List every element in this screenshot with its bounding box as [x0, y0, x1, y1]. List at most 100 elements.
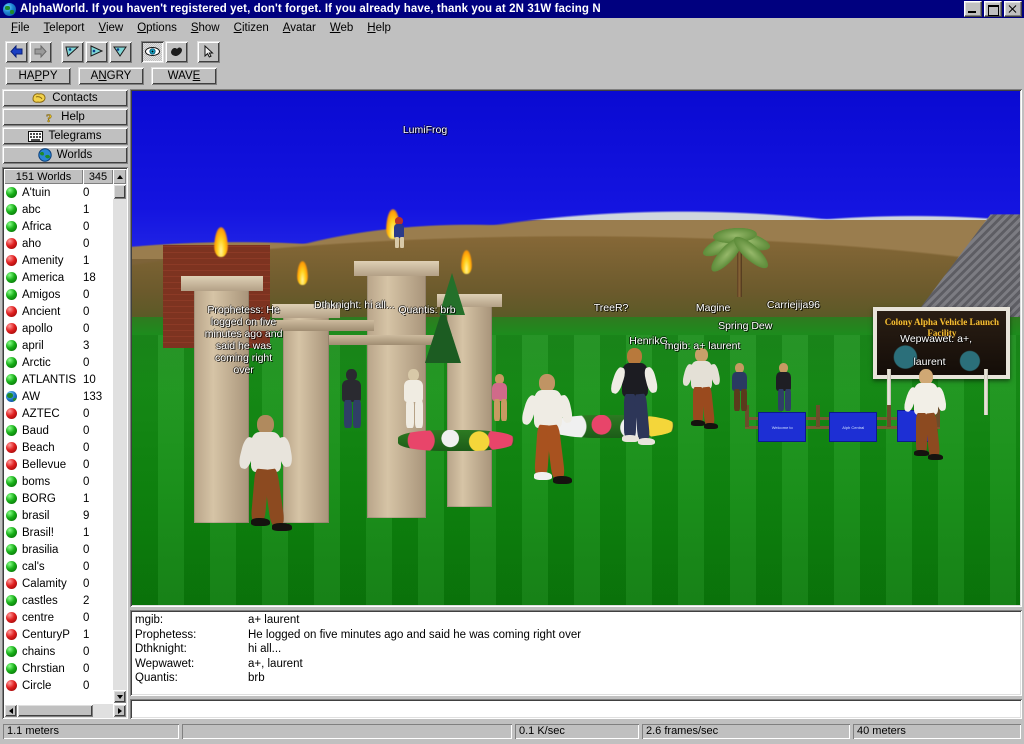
maximize-button[interactable]: [984, 1, 1002, 17]
world-list-item[interactable]: april 3: [4, 337, 113, 354]
world-list-item[interactable]: Arctic 0: [4, 354, 113, 371]
horizontal-scrollbar[interactable]: [4, 704, 126, 717]
menu-item-view[interactable]: View: [91, 20, 130, 36]
minimize-button[interactable]: [964, 1, 982, 17]
world-list-item[interactable]: Africa 0: [4, 218, 113, 235]
menu-item-teleport[interactable]: Teleport: [37, 20, 92, 36]
avatar[interactable]: [487, 373, 513, 430]
world-list-item[interactable]: abc 1: [4, 201, 113, 218]
avatar[interactable]: [681, 348, 725, 446]
world-list-item[interactable]: Bellevue 0: [4, 456, 113, 473]
avatar[interactable]: [727, 363, 753, 421]
world-list-item[interactable]: Beach 0: [4, 439, 113, 456]
world-list-item[interactable]: Chrstian 0: [4, 660, 113, 677]
menu-item-file[interactable]: File: [4, 20, 37, 36]
sidebar-item-worlds[interactable]: Worlds: [2, 146, 128, 164]
sidebar-label-telegrams: Telegrams: [48, 130, 102, 142]
menu-item-show[interactable]: Show: [184, 20, 227, 36]
world-list-item[interactable]: brasilia 0: [4, 541, 113, 558]
avatar[interactable]: [608, 348, 664, 466]
world-list-item[interactable]: Amigos 0: [4, 286, 113, 303]
angry-button[interactable]: A N GRY: [78, 66, 144, 85]
world-list-item[interactable]: castles 2: [4, 592, 113, 609]
teleport-3-button[interactable]: [109, 40, 132, 63]
world-list-item[interactable]: apollo 0: [4, 320, 113, 337]
chat-input-bar[interactable]: [130, 699, 1022, 719]
chat-input[interactable]: [130, 701, 1022, 717]
world-list-item[interactable]: aho 0: [4, 235, 113, 252]
world-list-item[interactable]: Calamity 0: [4, 575, 113, 592]
avatar[interactable]: [236, 414, 299, 555]
world-3d-view[interactable]: Colony Alpha Vehicle Launch Facility Wel…: [130, 89, 1022, 607]
status-dot-green: [6, 357, 17, 368]
menu-item-web[interactable]: Web: [323, 20, 360, 36]
world-list-item[interactable]: cal's 0: [4, 558, 113, 575]
status-dot-green: [6, 527, 17, 538]
menu-label-file: ile: [18, 21, 30, 34]
status-dot-red: [6, 629, 17, 640]
scene: Colony Alpha Vehicle Launch Facility Wel…: [132, 91, 1020, 605]
menu-item-avatar[interactable]: Avatar: [276, 20, 323, 36]
view-eye-button[interactable]: [141, 40, 164, 63]
world-list-item[interactable]: centre 0: [4, 609, 113, 626]
worlds-rows[interactable]: A'tuin 0 abc 1 Africa 0 aho 0 Amenity 1 America 18 A…: [4, 184, 113, 703]
scroll-right-button[interactable]: [113, 704, 126, 717]
world-list-item[interactable]: BORG 1: [4, 490, 113, 507]
chat-log[interactable]: mgib: a+ laurent Prophetess: He logged on f…: [130, 610, 1022, 696]
status-dot-green: [6, 340, 17, 351]
menu-item-help[interactable]: Help: [360, 20, 398, 36]
world-name: Circle: [22, 679, 52, 692]
avatar[interactable]: [519, 373, 579, 506]
close-button[interactable]: [1004, 1, 1022, 17]
world-list-item[interactable]: chains 0: [4, 643, 113, 660]
contacts-icon: [32, 92, 47, 104]
world-list-item[interactable]: boms 0: [4, 473, 113, 490]
avatar[interactable]: [398, 368, 432, 443]
world-list-item[interactable]: Amenity 1: [4, 252, 113, 269]
forward-button[interactable]: [29, 40, 52, 63]
world-user-count: 1: [83, 492, 90, 505]
fence-post: [886, 404, 891, 427]
avatar-button[interactable]: [165, 40, 188, 63]
world-list-item[interactable]: A'tuin 0: [4, 184, 113, 201]
world-list-item[interactable]: CenturyP 1: [4, 626, 113, 643]
sidebar-item-contacts[interactable]: Contacts: [2, 89, 128, 107]
world-list-item[interactable]: AW 133: [4, 388, 113, 405]
worlds-count-header[interactable]: 151 Worlds: [4, 169, 83, 184]
sidebar-item-telegrams[interactable]: Telegrams: [2, 127, 128, 145]
scroll-left-button[interactable]: [4, 704, 17, 717]
world-list-item[interactable]: Circle 0: [4, 677, 113, 694]
back-button[interactable]: [5, 40, 28, 63]
scroll-up-button[interactable]: [113, 169, 126, 184]
avatar[interactable]: [902, 368, 953, 479]
world-list-item[interactable]: AZTEC 0: [4, 405, 113, 422]
label-mgib: mgib: a+ laurent: [664, 340, 741, 353]
sidebar-item-help[interactable]: ? Help: [2, 108, 128, 126]
avatar[interactable]: [771, 363, 797, 421]
world-list-item[interactable]: America 18: [4, 269, 113, 286]
vertical-scrollbar[interactable]: [113, 184, 126, 703]
world-list-item[interactable]: Ancient 0: [4, 303, 113, 320]
users-count-header[interactable]: 345: [83, 169, 113, 184]
hscroll-thumb[interactable]: [17, 704, 93, 717]
select-button[interactable]: [197, 40, 220, 63]
world-user-count: 0: [83, 543, 90, 556]
happy-button[interactable]: HA P PY: [5, 66, 71, 85]
world-user-count: 0: [83, 475, 90, 488]
world-list-item[interactable]: ATLANTIS 10: [4, 371, 113, 388]
menu-item-citizen[interactable]: Citizen: [227, 20, 276, 36]
world-list-item[interactable]: Baud 0: [4, 422, 113, 439]
wave-button[interactable]: WAV E: [151, 66, 217, 85]
telegram-icon: [28, 130, 44, 142]
teleport-1-button[interactable]: [61, 40, 84, 63]
world-list-item[interactable]: brasil 9: [4, 507, 113, 524]
world-list-item[interactable]: Brasil! 1: [4, 524, 113, 541]
scroll-down-button[interactable]: [113, 690, 126, 703]
avatar[interactable]: [336, 368, 370, 443]
avatar[interactable]: [392, 216, 406, 249]
menu-item-options[interactable]: Options: [130, 20, 184, 36]
chat-message: Dthknight: hi all...: [135, 642, 1022, 657]
scroll-thumb[interactable]: [113, 184, 126, 199]
world-user-count: 0: [83, 611, 90, 624]
teleport-2-button[interactable]: [85, 40, 108, 63]
